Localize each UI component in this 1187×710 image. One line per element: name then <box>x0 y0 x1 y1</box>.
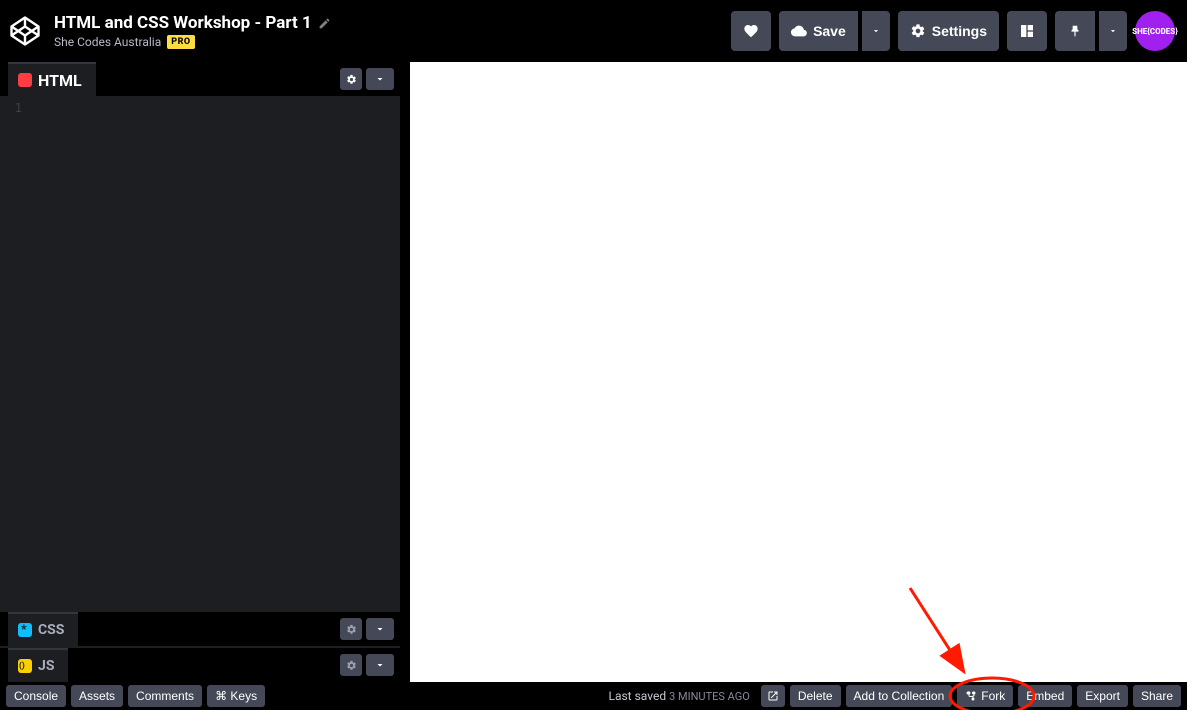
js-tab[interactable]: JS <box>8 648 68 682</box>
js-expand-icon[interactable] <box>366 654 394 676</box>
css-icon <box>18 623 32 637</box>
header: HTML and CSS Workshop - Part 1 She Codes… <box>0 0 1187 62</box>
js-settings-icon[interactable] <box>340 654 362 676</box>
save-button[interactable]: Save <box>779 11 858 51</box>
pro-badge: PRO <box>167 35 194 49</box>
share-button[interactable]: Share <box>1133 685 1181 707</box>
assets-button[interactable]: Assets <box>71 685 123 707</box>
keys-button[interactable]: ⌘ Keys <box>207 685 265 707</box>
html-editor[interactable]: 1 <box>0 96 400 610</box>
settings-button[interactable]: Settings <box>898 11 999 51</box>
html-tab[interactable]: HTML <box>8 62 96 96</box>
css-expand-icon[interactable] <box>366 618 394 640</box>
layout-button[interactable] <box>1007 11 1047 51</box>
console-button[interactable]: Console <box>6 685 66 707</box>
main: HTML 1 CSS <box>0 62 1187 682</box>
open-new-window-icon[interactable] <box>761 685 785 707</box>
pen-author[interactable]: She Codes Australia <box>54 35 161 49</box>
embed-button[interactable]: Embed <box>1018 685 1072 707</box>
avatar[interactable]: SHE{CODES} <box>1135 11 1175 51</box>
fork-button[interactable]: Fork <box>957 685 1013 707</box>
pen-title: HTML and CSS Workshop - Part 1 <box>54 13 312 33</box>
css-tab[interactable]: CSS <box>8 612 78 646</box>
add-collection-button[interactable]: Add to Collection <box>846 685 953 707</box>
line-number: 1 <box>0 96 30 115</box>
title-area: HTML and CSS Workshop - Part 1 She Codes… <box>54 13 721 49</box>
pin-dropdown[interactable] <box>1099 11 1127 51</box>
heart-button[interactable] <box>731 11 771 51</box>
footer: Console Assets Comments ⌘ Keys Last save… <box>0 682 1187 710</box>
html-icon <box>18 73 32 87</box>
css-settings-icon[interactable] <box>340 618 362 640</box>
js-panel-header: JS <box>0 648 400 682</box>
pin-button[interactable] <box>1055 11 1095 51</box>
html-expand-icon[interactable] <box>366 68 394 90</box>
comments-button[interactable]: Comments <box>128 685 202 707</box>
html-panel-header: HTML <box>0 62 400 96</box>
delete-button[interactable]: Delete <box>790 685 841 707</box>
edit-title-icon[interactable] <box>318 17 331 30</box>
editors-column: HTML 1 CSS <box>0 62 410 682</box>
last-saved: Last saved 3 MINUTES AGO <box>609 689 750 703</box>
save-dropdown[interactable] <box>862 11 890 51</box>
html-settings-icon[interactable] <box>340 68 362 90</box>
preview-pane[interactable] <box>410 62 1187 682</box>
codepen-logo[interactable] <box>10 16 40 46</box>
export-button[interactable]: Export <box>1077 685 1128 707</box>
css-panel-header: CSS <box>0 612 400 646</box>
js-icon <box>18 659 32 673</box>
